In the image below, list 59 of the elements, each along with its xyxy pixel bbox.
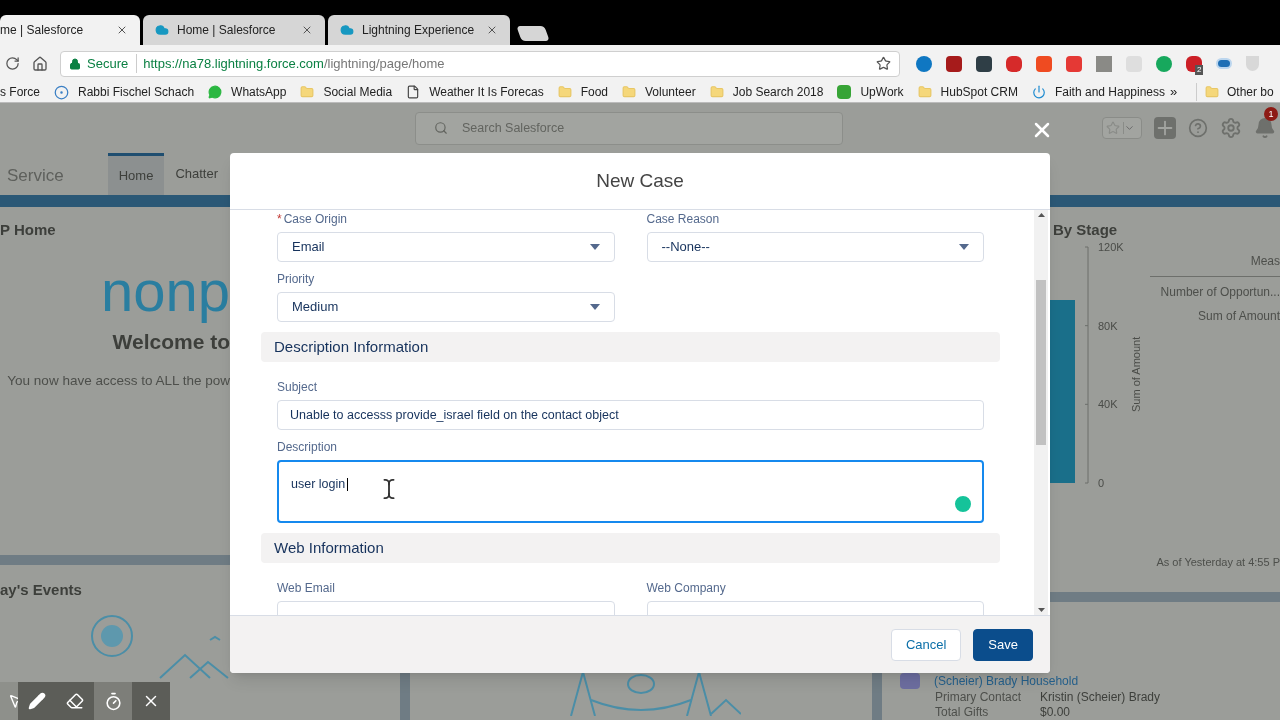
bookmark[interactable]: Social Media	[300, 83, 393, 101]
detail-value: $0.00	[1040, 705, 1071, 719]
required-mark: *	[277, 212, 282, 226]
bookmark[interactable]: Rabbi Fischel Schach	[54, 83, 195, 101]
bookmark[interactable]: Weather It Is Forecas	[406, 83, 544, 101]
text-field[interactable]: Unable to accesss provide_israel field on the contact object	[277, 400, 984, 430]
bookmark[interactable]: HubSpot CRM	[917, 83, 1018, 101]
address-bar[interactable]: Secure https://na78.lightning.force.com/lightning/page/home	[60, 50, 900, 77]
welcome-heading: Welcome to	[112, 328, 230, 355]
legend-label: Number of Opportun...	[1160, 283, 1280, 301]
browser-tab[interactable]: Home | Salesforce	[143, 15, 325, 45]
nav-tab[interactable]: Chatter	[164, 153, 229, 195]
section-header: Web Information	[261, 533, 1000, 563]
field-label: Case Reason	[646, 212, 720, 226]
axis-tick-label: 120K	[1098, 241, 1124, 253]
browser-tab[interactable]: Lightning Experience	[328, 15, 510, 45]
bookmark[interactable]: Volunteer	[622, 83, 696, 101]
card-title: P Home	[0, 220, 56, 240]
notification-count: 1	[1264, 107, 1278, 121]
url-text: https://na78.lightning.force.com/lightning/page/home	[143, 54, 446, 73]
legend-label: Sum of Amount	[1197, 307, 1280, 325]
bookmark[interactable]: WhatsApp	[208, 83, 287, 101]
browser-tab[interactable]: me | Salesforce	[0, 15, 140, 45]
field-label: Subject	[277, 380, 318, 394]
picklist-field[interactable]: Medium	[277, 292, 615, 322]
card-title: ay's Events	[0, 580, 82, 600]
welcome-text: You now have access to ALL the pow	[7, 372, 230, 390]
modal-title: New Case	[596, 168, 684, 193]
field-label: Web Company	[646, 581, 726, 595]
other-bookmarks[interactable]: Other bo	[1196, 83, 1274, 101]
axis-title: Sum of Amount	[1130, 336, 1142, 412]
picklist-field[interactable]: --None--	[646, 232, 984, 262]
bookmark[interactable]: Job Search 2018	[709, 83, 824, 101]
field-label: Description	[277, 440, 338, 454]
app-name: Service	[6, 165, 65, 188]
section-header: Description Information	[261, 332, 1000, 362]
as-of-text: As of Yesterday at 4:55 P	[1156, 554, 1280, 570]
detail-value: Kristin (Scheier) Brady	[1040, 690, 1161, 704]
axis-tick-label: 80K	[1098, 319, 1118, 332]
axis-tick-label: 0	[1098, 476, 1105, 489]
bookmark[interactable]: s Force	[0, 83, 40, 101]
detail-label: Total Gifts	[935, 705, 990, 719]
axis-tick-label: 40K	[1098, 397, 1118, 410]
detail-label: Primary Contact	[935, 690, 1023, 704]
field-label: Web Email	[277, 581, 335, 595]
cancel-button[interactable]: Cancel	[890, 628, 962, 661]
save-button[interactable]: Save	[973, 628, 1033, 661]
picklist-field[interactable]: Email	[277, 232, 615, 262]
bookmark[interactable]: Faith and Happiness	[1031, 83, 1166, 101]
bookmarks-overflow-button[interactable]: »	[1170, 82, 1196, 102]
secure-label: Secure	[87, 53, 138, 74]
field-label: Case Origin	[283, 212, 348, 226]
bookmark[interactable]: Food	[557, 83, 608, 101]
bookmark[interactable]: UpWork	[837, 83, 904, 101]
card-title: By Stage	[1052, 220, 1118, 240]
field-label: Priority	[277, 272, 315, 286]
description-field[interactable]: user login	[277, 460, 984, 523]
legend-heading: Meas	[1150, 251, 1280, 277]
extension-badge: 2	[1195, 64, 1204, 75]
